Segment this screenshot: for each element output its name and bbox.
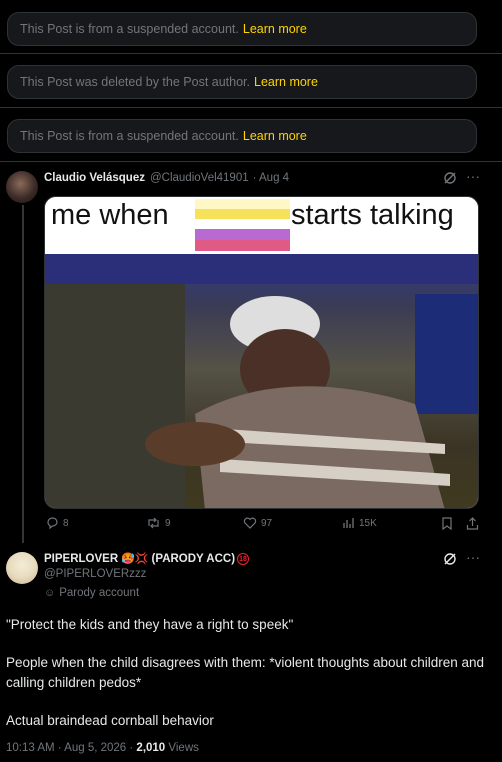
author-name-suffix[interactable]: (PARODY ACC) — [152, 553, 235, 565]
author-handle[interactable]: @ClaudioVel41901 — [150, 172, 249, 184]
meme-caption-bar: me when starts talking — [45, 197, 478, 254]
learn-more-link[interactable]: Learn more — [254, 75, 318, 89]
unavailable-post-notice: This Post was deleted by the Post author… — [7, 65, 477, 99]
parody-label-row: ☺ Parody account — [44, 587, 139, 599]
divider — [0, 53, 502, 54]
bookmark-icon[interactable] — [441, 517, 453, 533]
post-text-line: Actual braindead cornball behavior — [6, 713, 214, 728]
notice-text: This Post is from a suspended account. — [20, 22, 239, 36]
avatar[interactable] — [6, 552, 38, 584]
post-time[interactable]: · Aug 4 — [253, 172, 289, 184]
more-icon[interactable]: ··· — [466, 549, 480, 565]
post-text-paragraph: People when the child disagrees with the… — [6, 655, 485, 690]
reply-action[interactable]: 8 — [46, 514, 69, 532]
views-action[interactable]: 15K — [342, 514, 377, 532]
repost-count: 9 — [165, 517, 171, 529]
learn-more-link[interactable]: Learn more — [243, 22, 307, 36]
parody-label: Parody account — [59, 587, 140, 599]
post-timestamp[interactable]: 10:13 AM · Aug 5, 2026 · — [6, 742, 136, 754]
post-text-line: "Protect the kids and they have a right … — [6, 617, 294, 632]
meme-caption-left: me when — [51, 199, 169, 231]
thread-connector — [22, 205, 24, 543]
post-header: Claudio Velásquez @ClaudioVel41901 · Aug… — [44, 172, 289, 184]
meme-caption-right: starts talking — [291, 199, 454, 231]
unavailable-post-notice: This Post is from a suspended account. L… — [7, 12, 477, 46]
share-icon[interactable] — [466, 517, 479, 533]
reply-count: 8 — [63, 517, 69, 529]
meme-video-frame — [45, 254, 478, 508]
unavailable-post-notice: This Post is from a suspended account. L… — [7, 119, 477, 153]
views-count: 15K — [359, 517, 377, 529]
heart-icon — [243, 517, 257, 529]
reply-icon — [47, 517, 58, 529]
views-count: 2,010 — [136, 742, 166, 754]
divider — [0, 107, 502, 108]
age-restriction-badge: 18 — [237, 552, 250, 565]
divider — [0, 161, 502, 162]
notice-text: This Post is from a suspended account. — [20, 129, 239, 143]
mask-icon: ☺ — [44, 587, 56, 599]
learn-more-link[interactable]: Learn more — [243, 129, 307, 143]
author-name[interactable]: PIPERLOVER — [44, 553, 118, 565]
author-handle[interactable]: @PIPERLOVERzzz — [44, 568, 146, 580]
handle-row: @PIPERLOVERzzz — [44, 568, 146, 580]
grok-icon[interactable] — [443, 171, 457, 188]
blurred-figure-graphic — [45, 254, 478, 508]
like-action[interactable]: 97 — [243, 514, 272, 532]
views-label: Views — [168, 742, 199, 754]
more-icon[interactable]: ··· — [466, 168, 480, 184]
post-meta: 10:13 AM · Aug 5, 2026 · 2,010 Views — [6, 742, 199, 754]
post-header: PIPERLOVER 🥵 💢 (PARODY ACC) 18 — [44, 552, 250, 565]
author-name[interactable]: Claudio Velásquez — [44, 172, 145, 184]
repost-action[interactable]: 9 — [146, 514, 171, 532]
meme-image[interactable]: me when starts talking — [44, 196, 479, 509]
hot-face-emoji: 🥵 — [121, 553, 135, 565]
grok-icon[interactable] — [443, 552, 457, 569]
repost-icon — [148, 517, 159, 529]
views-icon — [343, 518, 354, 528]
avatar[interactable] — [6, 171, 38, 203]
anger-emoji: 💢 — [134, 553, 149, 565]
stripe-flag-graphic — [195, 199, 290, 251]
like-count: 97 — [261, 517, 273, 529]
notice-text: This Post was deleted by the Post author… — [20, 75, 250, 89]
